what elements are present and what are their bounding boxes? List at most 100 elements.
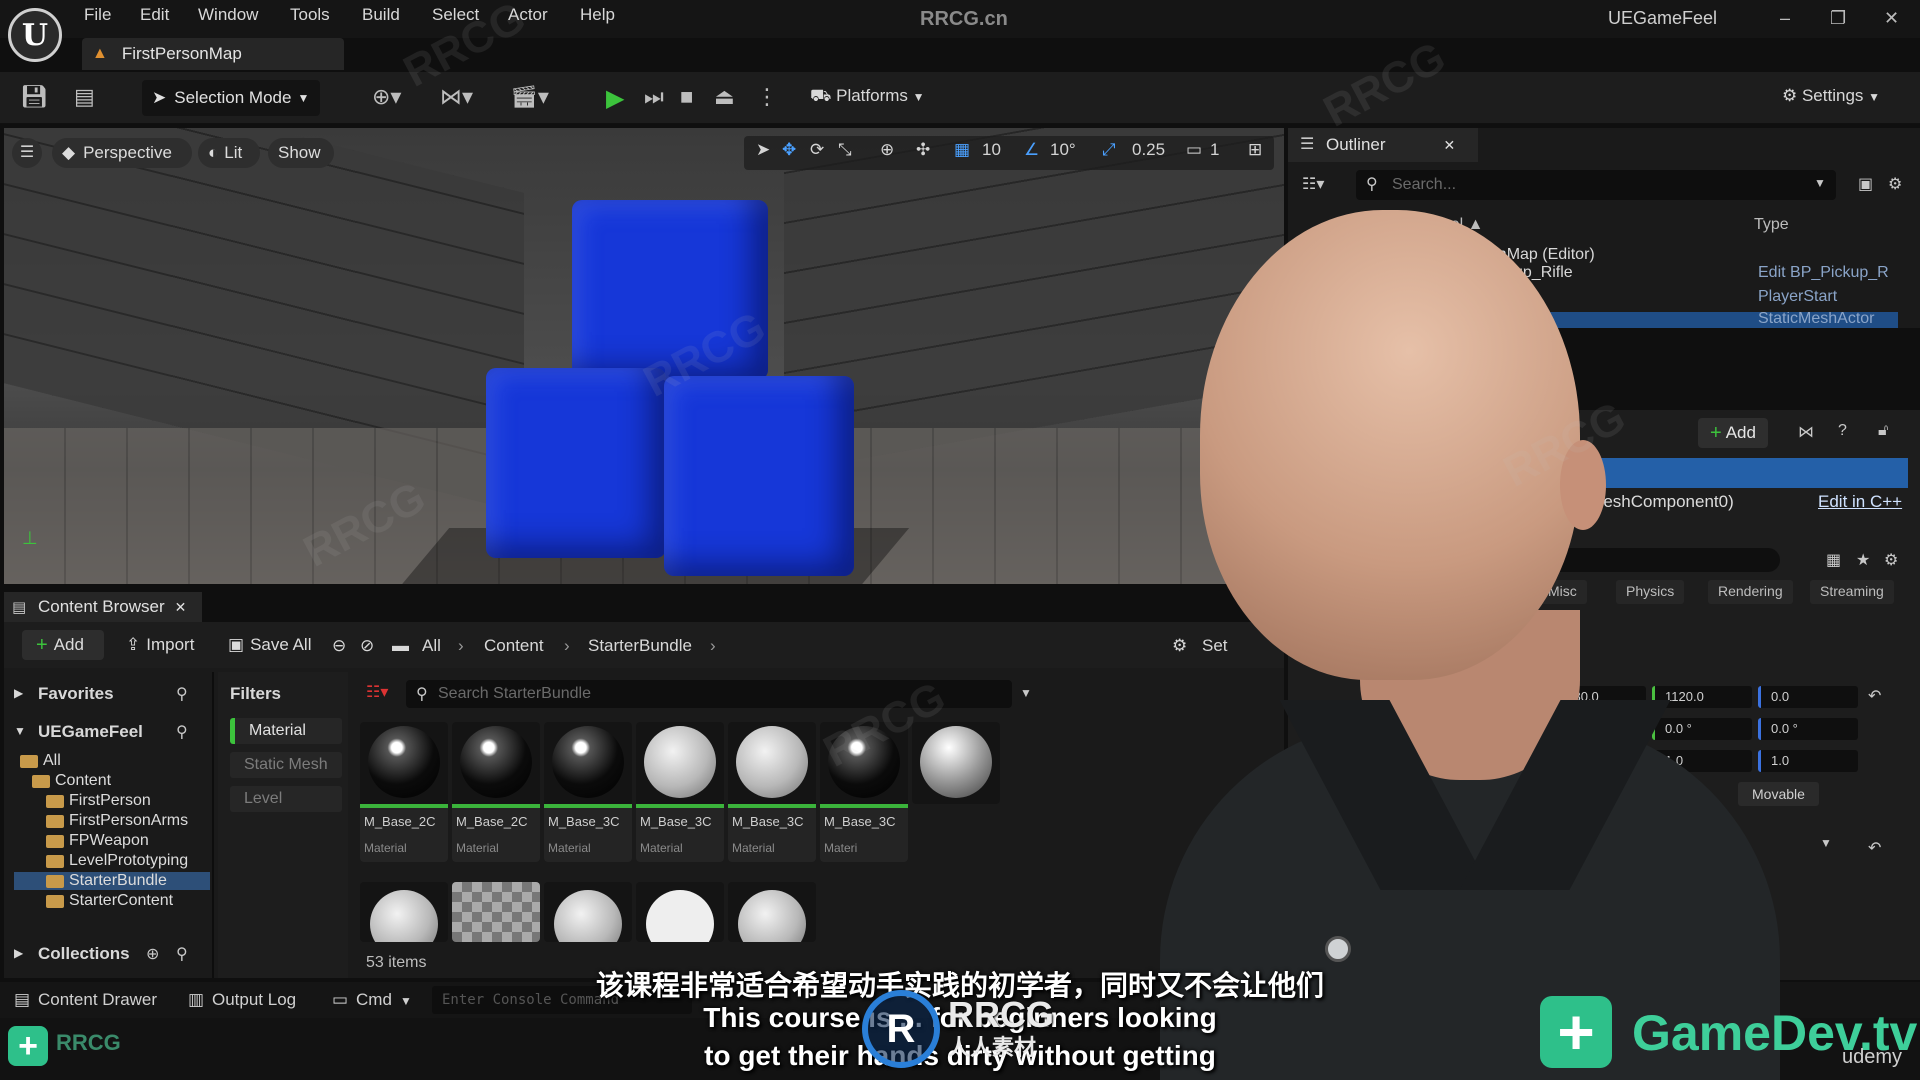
world-icon[interactable]: ⊕ [880,140,894,160]
lit-button[interactable]: ◐ Lit [198,138,260,168]
filter-icon[interactable]: ☷▾ [366,682,388,702]
chevron-down-icon[interactable]: ▼ [1814,176,1826,190]
category-tab-physics[interactable]: Physics [1616,580,1685,604]
menu-window[interactable]: Window [198,5,258,25]
blueprint-icon[interactable]: ⋈▾ [440,84,473,110]
more-options-icon[interactable]: ⋮ [756,84,778,110]
menu-help[interactable]: Help [580,5,615,25]
details-search-input[interactable] [1408,548,1780,572]
category-tab-rendering[interactable]: Rendering [1708,580,1793,604]
location-z-field[interactable]: 0.0 [1758,686,1858,708]
collapse-icon[interactable]: ▼ [14,724,26,738]
tree-item-content[interactable]: Content [32,772,111,790]
selection-mode-dropdown[interactable]: ➤ Selection Mode ▼ [142,80,320,116]
add-component-button[interactable]: + Add [1698,418,1768,448]
add-folder-icon[interactable]: ▣ [1858,174,1873,194]
breadcrumb-all[interactable]: All [422,636,441,656]
menu-edit[interactable]: Edit [140,5,169,25]
viewport-menu-icon[interactable]: ☰ [12,138,42,168]
add-collection-icon[interactable]: ⊕ [146,944,159,964]
chevron-down-icon[interactable]: ▼ [1020,686,1032,700]
outliner-row[interactable]: rt PlayerStart [1288,288,1898,310]
lock-icon[interactable]: 🔓︎ [1878,422,1888,440]
asset-tile[interactable] [544,882,632,942]
outliner-search-input[interactable]: Search... [1356,170,1836,200]
row-type[interactable]: Edit BP_Pickup_R [1758,264,1889,282]
layout-icon[interactable]: ⊞ [1248,140,1262,160]
folder-icon[interactable]: ▬ [392,636,409,656]
grid-snap-icon[interactable]: ▦ [954,140,970,160]
category-tab-misc[interactable]: Misc [1538,580,1587,604]
favorites-header[interactable]: Favorites [38,684,114,704]
browse-icon[interactable]: ▤ [74,84,95,110]
star-icon[interactable]: ★ [1856,550,1870,570]
translate-icon[interactable]: ✥ [782,140,796,160]
rotation-y-field[interactable]: 0.0 ° [1652,718,1752,740]
asset-tile[interactable]: M_Base_3C Material [544,722,632,862]
asset-tile[interactable]: M_Base_2C Material [452,722,540,862]
camera-speed-icon[interactable]: ▭ [1186,140,1202,160]
menu-build[interactable]: Build [362,5,400,25]
blueprint-icon[interactable]: ⋈ [1798,422,1814,442]
tree-item-starterbundle[interactable]: StarterBundle [14,872,210,890]
breadcrumb-starterbundle[interactable]: StarterBundle [588,636,692,656]
reset-icon[interactable]: ↶ [1868,686,1881,706]
component-selected-row[interactable] [1288,458,1908,488]
asset-tile[interactable] [728,882,816,942]
search-icon[interactable]: ⚲ [176,684,188,704]
rotation-z-field[interactable]: 0.0 ° [1758,718,1858,740]
menu-tools[interactable]: Tools [290,5,330,25]
content-browser-tab[interactable]: Content Browser ✕ [4,592,202,622]
filter-material[interactable]: Material [230,718,342,744]
menu-actor[interactable]: Actor [508,5,548,25]
asset-tile[interactable] [912,722,1000,804]
close-tab-icon[interactable]: ✕ [1444,137,1456,154]
tree-item-firstperson[interactable]: FirstPerson [46,792,151,810]
platforms-dropdown[interactable]: ⛟ Platforms ▼ [810,86,925,108]
settings-dropdown[interactable]: ⚙ Settings ▼ [1782,86,1880,106]
cube-top[interactable] [572,200,768,380]
scale-z-field[interactable]: 1.0 [1758,750,1858,772]
menu-select[interactable]: Select [432,5,479,25]
asset-tile[interactable] [636,882,724,942]
save-icon[interactable]: 💾︎ [20,84,48,110]
menu-file[interactable]: File [84,5,111,25]
expand-icon[interactable]: ▶ [14,946,23,960]
asset-tile[interactable]: M_Base_3C Material [636,722,724,862]
save-all-button[interactable]: ▣ Save All [228,630,312,660]
gear-icon[interactable]: ⚙ [1172,636,1187,656]
project-header[interactable]: UEGameFeel [38,722,143,742]
help-icon[interactable]: ? [1838,422,1847,440]
search-icon[interactable]: ⚲ [176,944,188,964]
select-tool-icon[interactable]: ➤ [756,140,770,160]
level-tab[interactable]: ▲ FirstPersonMap [82,38,344,70]
asset-tile[interactable]: M_Base_3C Materi [820,722,908,862]
grid-snap-value[interactable]: 10 [982,140,1001,160]
reset-icon[interactable]: ↶ [1868,838,1881,858]
rotate-icon[interactable]: ⟳ [810,140,824,160]
scale-snap-value[interactable]: 0.25 [1132,140,1165,160]
forward-icon[interactable]: ⊘ [360,636,374,656]
location-y-field[interactable]: 1120.0 [1652,686,1752,708]
import-button[interactable]: ⇪ Import [126,630,194,660]
collections-header[interactable]: Collections [38,944,130,964]
cinematics-icon[interactable]: 🎬︎▾ [510,84,549,110]
asset-tile[interactable] [452,882,540,942]
settings-partial-label[interactable]: Set [1202,636,1228,656]
perspective-button[interactable]: ◆ Perspective [52,138,192,168]
rotation-snap-icon[interactable]: ∠ [1024,140,1039,160]
scale-y-field[interactable]: 1.0 [1652,750,1752,772]
asset-tile[interactable]: M_Base_2C Material [360,722,448,862]
cube-bottom-right[interactable] [664,376,854,576]
play-icon[interactable]: ▶ [606,84,624,113]
tree-item-fpweapon[interactable]: FPWeapon [46,832,149,850]
location-x-field[interactable]: 1080.0 [1546,686,1646,708]
mobility-movable[interactable]: Movable [1738,782,1819,806]
asset-tile[interactable]: M_Base_3C Material [728,722,816,862]
back-icon[interactable]: ⊖ [332,636,346,656]
chevron-down-icon[interactable]: ▼ [1820,836,1832,850]
column-label[interactable]: Label ▲ [1424,216,1483,234]
cube-bottom-left[interactable] [486,368,666,558]
scale-icon[interactable]: ⤡ [838,140,852,160]
close-button[interactable]: ✕ [1884,8,1899,29]
